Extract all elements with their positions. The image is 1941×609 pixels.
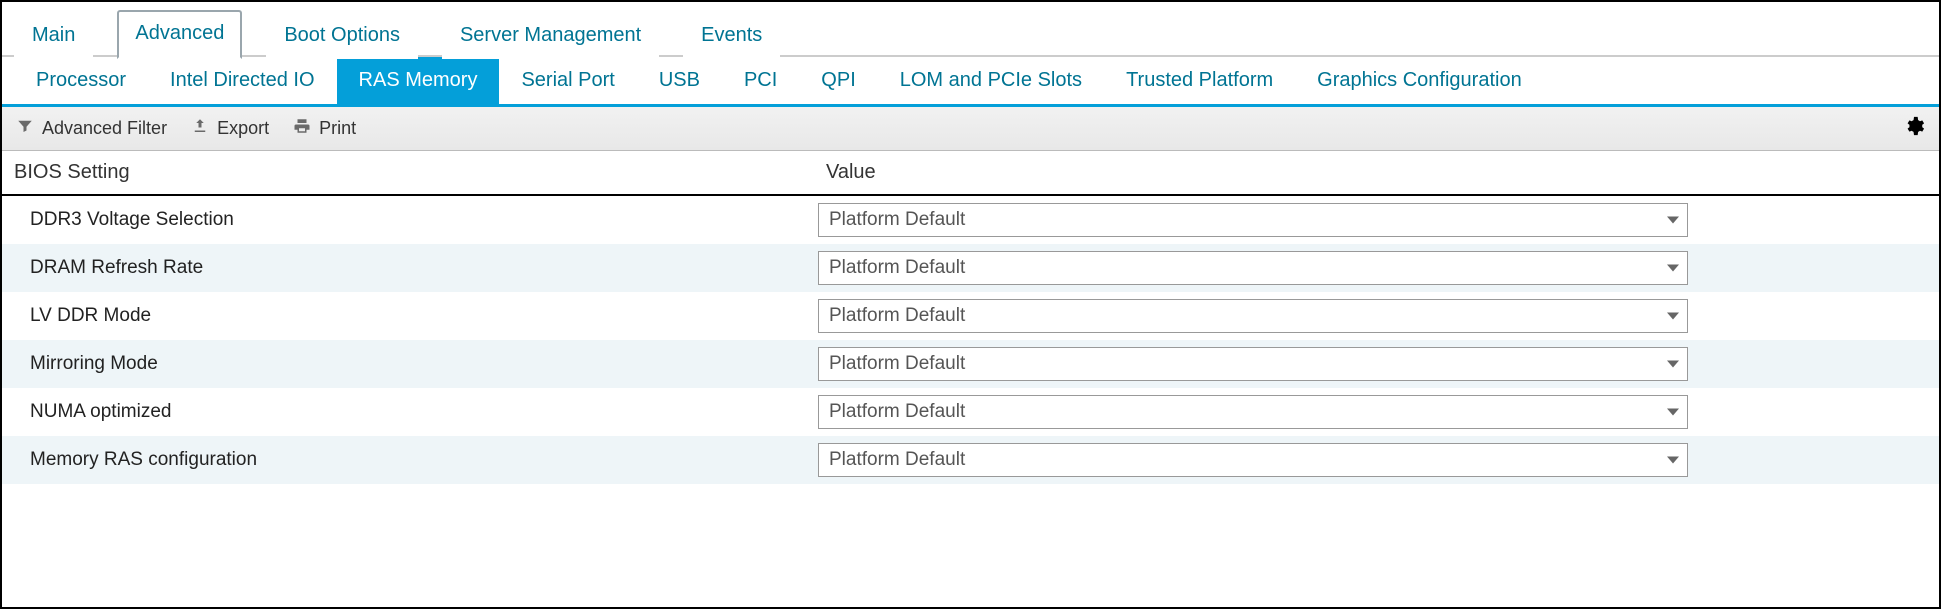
table-row: LV DDR Mode Platform Default (2, 292, 1939, 340)
tab-server-management[interactable]: Server Management (442, 12, 659, 59)
subtab-trusted-platform[interactable]: Trusted Platform (1104, 57, 1295, 104)
select-value: Platform Default (829, 209, 965, 231)
subtab-graphics-configuration[interactable]: Graphics Configuration (1295, 57, 1544, 104)
export-label: Export (217, 118, 269, 139)
bios-config-panel: Main Advanced Boot Options Server Manage… (0, 0, 1941, 609)
setting-label: DDR3 Voltage Selection (30, 209, 818, 231)
print-icon (293, 117, 311, 140)
select-value: Platform Default (829, 305, 965, 327)
top-tab-bar: Main Advanced Boot Options Server Manage… (2, 2, 1939, 57)
tab-label: Advanced (135, 22, 224, 44)
table-toolbar: Advanced Filter Export Print (2, 107, 1939, 151)
gear-icon (1903, 121, 1925, 141)
tab-label: Main (32, 24, 75, 46)
chevron-down-icon (1667, 457, 1679, 464)
subtab-label: Trusted Platform (1126, 69, 1273, 91)
tab-events[interactable]: Events (683, 12, 780, 59)
setting-label: DRAM Refresh Rate (30, 257, 818, 279)
subtab-intel-directed-io[interactable]: Intel Directed IO (148, 57, 337, 104)
subtab-pci[interactable]: PCI (722, 57, 799, 104)
subtab-label: LOM and PCIe Slots (900, 69, 1082, 91)
print-label: Print (319, 118, 356, 139)
setting-label: NUMA optimized (30, 401, 818, 423)
table-row: Memory RAS configuration Platform Defaul… (2, 436, 1939, 484)
subtab-label: QPI (821, 69, 855, 91)
subtab-label: PCI (744, 69, 777, 91)
subtab-label: Graphics Configuration (1317, 69, 1522, 91)
setting-label: LV DDR Mode (30, 305, 818, 327)
setting-label: Mirroring Mode (30, 353, 818, 375)
tab-label: Server Management (460, 24, 641, 46)
select-value: Platform Default (829, 257, 965, 279)
print-button[interactable]: Print (293, 117, 356, 140)
subtab-lom-pcie-slots[interactable]: LOM and PCIe Slots (878, 57, 1104, 104)
table-row: Mirroring Mode Platform Default (2, 340, 1939, 388)
subtab-ras-memory[interactable]: RAS Memory (337, 57, 500, 104)
advanced-filter-button[interactable]: Advanced Filter (16, 117, 167, 140)
value-select[interactable]: Platform Default (818, 299, 1688, 333)
column-header-setting[interactable]: BIOS Setting (10, 161, 820, 184)
column-headers: BIOS Setting Value (2, 151, 1939, 196)
table-row: DDR3 Voltage Selection Platform Default (2, 196, 1939, 244)
value-select[interactable]: Platform Default (818, 395, 1688, 429)
subtab-label: RAS Memory (359, 69, 478, 91)
chevron-down-icon (1667, 361, 1679, 368)
chevron-down-icon (1667, 265, 1679, 272)
column-header-value[interactable]: Value (820, 161, 1931, 184)
subtab-label: Intel Directed IO (170, 69, 315, 91)
table-row: NUMA optimized Platform Default (2, 388, 1939, 436)
sub-tab-bar: Processor Intel Directed IO RAS Memory S… (2, 57, 1939, 107)
chevron-down-icon (1667, 217, 1679, 224)
select-value: Platform Default (829, 449, 965, 471)
subtab-label: Serial Port (521, 69, 614, 91)
subtab-label: Processor (36, 69, 126, 91)
subtab-serial-port[interactable]: Serial Port (499, 57, 636, 104)
tab-label: Events (701, 24, 762, 46)
advanced-filter-label: Advanced Filter (42, 118, 167, 139)
setting-label: Memory RAS configuration (30, 449, 818, 471)
filter-icon (16, 117, 34, 140)
tab-advanced[interactable]: Advanced (117, 10, 242, 59)
table-row: DRAM Refresh Rate Platform Default (2, 244, 1939, 292)
subtab-qpi[interactable]: QPI (799, 57, 877, 104)
tab-main[interactable]: Main (14, 12, 93, 59)
subtab-usb[interactable]: USB (637, 57, 722, 104)
subtab-processor[interactable]: Processor (14, 57, 148, 104)
settings-rows: DDR3 Voltage Selection Platform Default … (2, 196, 1939, 484)
chevron-down-icon (1667, 313, 1679, 320)
chevron-down-icon (1667, 409, 1679, 416)
settings-button[interactable] (1903, 115, 1925, 142)
tab-label: Boot Options (284, 24, 400, 46)
select-value: Platform Default (829, 353, 965, 375)
subtab-label: USB (659, 69, 700, 91)
upload-icon (191, 117, 209, 140)
value-select[interactable]: Platform Default (818, 443, 1688, 477)
value-select[interactable]: Platform Default (818, 203, 1688, 237)
tab-boot-options[interactable]: Boot Options (266, 12, 418, 59)
value-select[interactable]: Platform Default (818, 347, 1688, 381)
select-value: Platform Default (829, 401, 965, 423)
value-select[interactable]: Platform Default (818, 251, 1688, 285)
export-button[interactable]: Export (191, 117, 269, 140)
